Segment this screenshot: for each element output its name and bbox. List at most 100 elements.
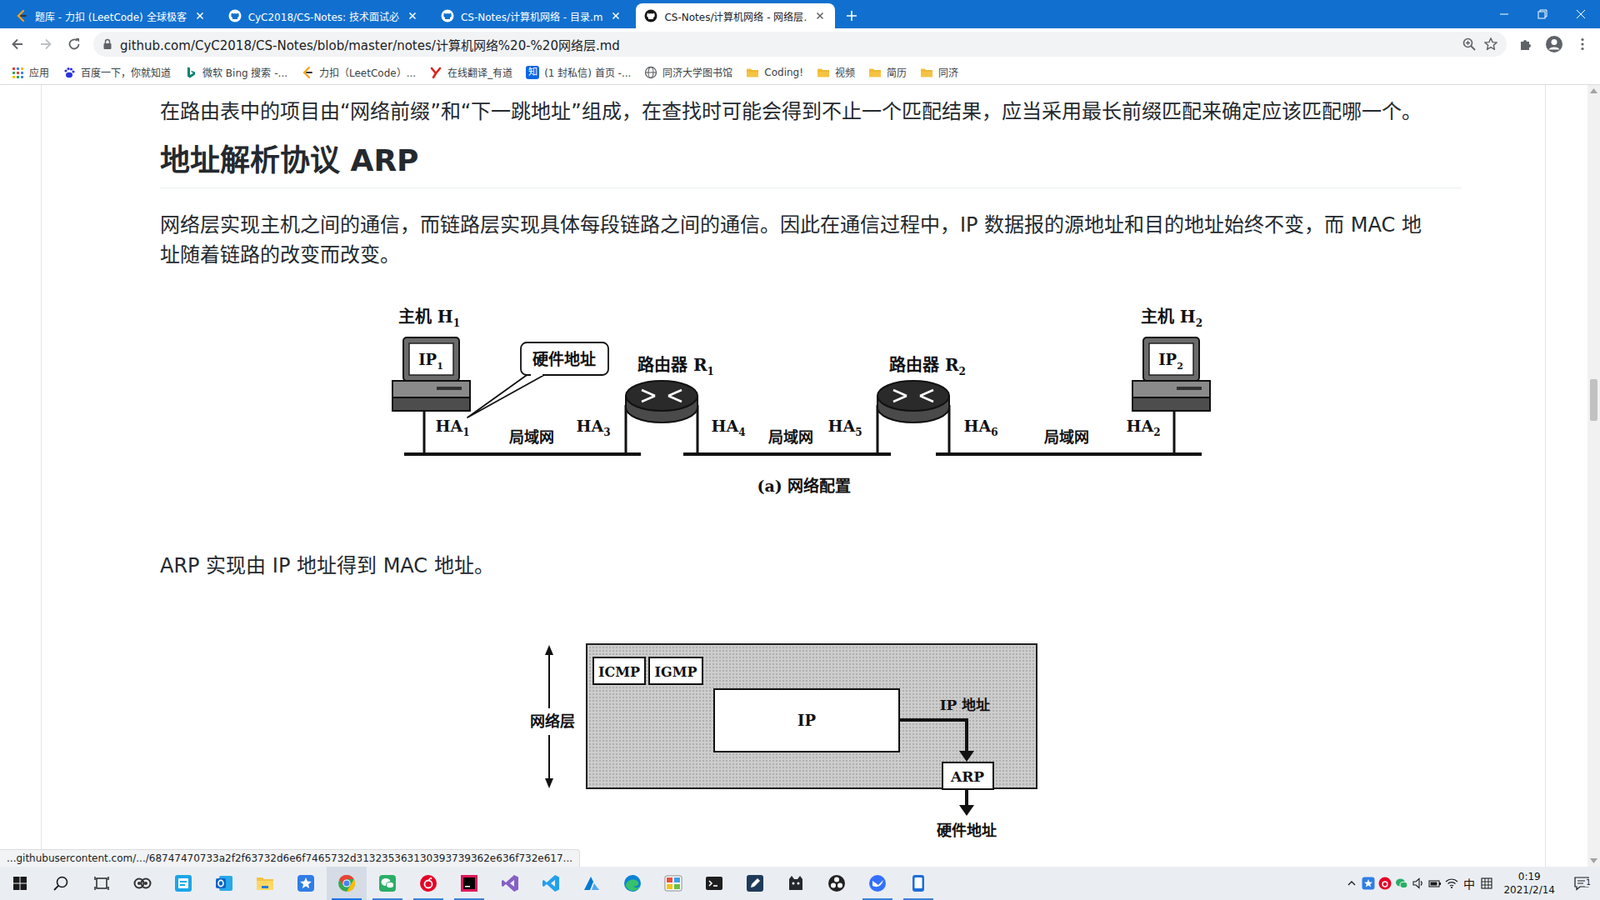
grid-icon[interactable] <box>1480 877 1493 890</box>
scroll-up-icon[interactable] <box>1590 88 1598 94</box>
task-view-button[interactable] <box>81 866 122 900</box>
scrollbar-thumb[interactable] <box>1590 379 1598 421</box>
taskbar-app-button[interactable] <box>245 866 285 900</box>
notification-center-button[interactable]: 1 <box>1563 875 1600 892</box>
tray-app[interactable] <box>1360 866 1377 900</box>
taskbar-app-button[interactable] <box>694 866 735 900</box>
two-rings-icon[interactable] <box>132 873 153 894</box>
star-icon[interactable] <box>1483 36 1499 52</box>
bookmark[interactable]: 百度一下，你就知道 <box>56 61 177 84</box>
edge-icon[interactable] <box>622 873 643 894</box>
taskbar-app-button[interactable] <box>735 866 775 900</box>
chrome-icon[interactable] <box>336 873 357 894</box>
chevron-up-icon[interactable] <box>1346 878 1357 889</box>
taskbar-app-button[interactable] <box>816 866 857 900</box>
browser-tab[interactable]: CS-Notes/计算机网络 - 网络层. <box>635 3 835 29</box>
forward-arrow-icon[interactable] <box>38 36 54 52</box>
taskbar-app-button[interactable] <box>571 866 612 900</box>
bookmark[interactable]: 力扣（LeetCode）... <box>295 61 422 84</box>
bookmark-label[interactable]: 应用 <box>29 65 50 80</box>
kebab-menu-icon[interactable] <box>1575 36 1590 52</box>
taskbar-app-button[interactable] <box>857 866 898 900</box>
avatar-icon[interactable] <box>1545 35 1564 54</box>
browser-tab[interactable]: CS-Notes/计算机网络 - 目录.m <box>432 3 632 29</box>
data-studio-icon[interactable] <box>581 873 602 894</box>
volume-button[interactable] <box>1410 866 1427 900</box>
vscode-icon[interactable] <box>540 873 561 894</box>
new-tab-button[interactable] <box>840 4 864 28</box>
taskbar-app-button[interactable] <box>775 866 816 900</box>
taskbar-app-button[interactable] <box>898 866 939 900</box>
input-method-indicator[interactable]: 中 <box>1460 875 1479 892</box>
puzzle-icon[interactable] <box>1518 36 1534 52</box>
bookmark-label[interactable]: (1 封私信) 首页 -... <box>544 65 631 80</box>
browser-tab[interactable]: 题库 - 力扣 (LeetCode) 全球极客 <box>6 3 215 29</box>
music-app-icon[interactable] <box>1378 876 1392 890</box>
plus-icon[interactable] <box>845 9 859 23</box>
taskbar-app-button[interactable] <box>653 866 694 900</box>
forward-button[interactable] <box>33 31 59 57</box>
bookmark[interactable]: 知(1 封私信) 首页 -... <box>520 61 637 84</box>
bookmark-label[interactable]: 同济大学图书馆 <box>662 65 733 80</box>
tray-app[interactable] <box>1393 866 1410 900</box>
bookmark[interactable]: 应用 <box>5 61 55 84</box>
extensions-button[interactable] <box>1513 31 1539 57</box>
bookmark[interactable]: 同济大学图书馆 <box>638 61 739 84</box>
show-hidden-icons-button[interactable] <box>1343 866 1360 900</box>
wechat-icon[interactable] <box>377 873 398 894</box>
clock[interactable]: 0:192021/2/14 <box>1495 870 1564 897</box>
zoom-icon[interactable] <box>1461 36 1477 52</box>
wechat-icon[interactable] <box>1395 876 1409 890</box>
taskbar-app-button[interactable] <box>285 866 326 900</box>
github-desktop-icon[interactable] <box>785 873 806 894</box>
close-icon[interactable] <box>813 9 827 23</box>
minimize-button[interactable] <box>1485 0 1524 29</box>
scroll-down-icon[interactable] <box>1590 858 1598 864</box>
close-icon[interactable] <box>193 9 207 23</box>
editor-icon[interactable] <box>745 873 765 894</box>
bookmark[interactable]: Coding! <box>740 61 810 84</box>
obs-icon[interactable] <box>826 873 847 894</box>
feishu-icon[interactable] <box>867 873 888 894</box>
paint-app-icon[interactable] <box>663 873 684 894</box>
url-text[interactable]: github.com/CyC2018/CS-Notes/blob/master/… <box>120 35 1455 54</box>
close-icon[interactable] <box>609 9 623 23</box>
profile-button[interactable] <box>1541 31 1567 57</box>
music-app-icon[interactable] <box>418 873 439 894</box>
phone-app-icon[interactable] <box>908 873 929 894</box>
reload-button[interactable] <box>61 31 87 57</box>
bookmark-label[interactable]: 简历 <box>886 65 907 80</box>
minimize-icon[interactable] <box>1499 9 1510 20</box>
taskbar-app-button[interactable] <box>408 866 449 900</box>
restore-button[interactable] <box>1523 0 1562 29</box>
address-bar[interactable]: github.com/CyC2018/CS-Notes/blob/master/… <box>93 31 1507 57</box>
ide-icon[interactable] <box>459 873 480 894</box>
file-explorer-icon[interactable] <box>255 873 275 894</box>
bookmark-label[interactable]: Coding! <box>764 66 804 79</box>
reload-icon[interactable] <box>66 36 82 52</box>
search-icon[interactable] <box>52 875 70 892</box>
bookmark-label[interactable]: 在线翻译_有道 <box>447 65 513 80</box>
input-mode-button[interactable] <box>1478 866 1495 900</box>
taskbar-app-button[interactable] <box>530 866 571 900</box>
battery-plug-icon[interactable] <box>1428 876 1442 890</box>
tray-app[interactable] <box>1376 866 1394 900</box>
note-app-icon[interactable] <box>173 873 194 894</box>
bookmark[interactable]: 在线翻译_有道 <box>423 61 519 84</box>
taskbar-app-button[interactable] <box>204 866 245 900</box>
bookmark[interactable]: 同济 <box>914 61 965 84</box>
bookmark-label[interactable]: 百度一下，你就知道 <box>80 65 171 80</box>
taskbar-app-button[interactable] <box>122 866 163 900</box>
search-button[interactable] <box>40 866 81 900</box>
taskbar-app-button[interactable] <box>490 866 530 900</box>
star-app-icon[interactable] <box>295 873 316 894</box>
visual-studio-icon[interactable] <box>500 873 520 894</box>
bookmark[interactable]: 视频 <box>810 61 861 84</box>
speaker-icon[interactable] <box>1411 876 1425 890</box>
star-app-icon[interactable] <box>1361 876 1375 890</box>
bookmark[interactable]: 简历 <box>862 61 913 84</box>
taskbar-app-button[interactable] <box>163 866 204 900</box>
mail-app-icon[interactable] <box>214 873 235 894</box>
close-window-button[interactable] <box>1561 0 1600 29</box>
back-arrow-icon[interactable] <box>10 36 25 52</box>
